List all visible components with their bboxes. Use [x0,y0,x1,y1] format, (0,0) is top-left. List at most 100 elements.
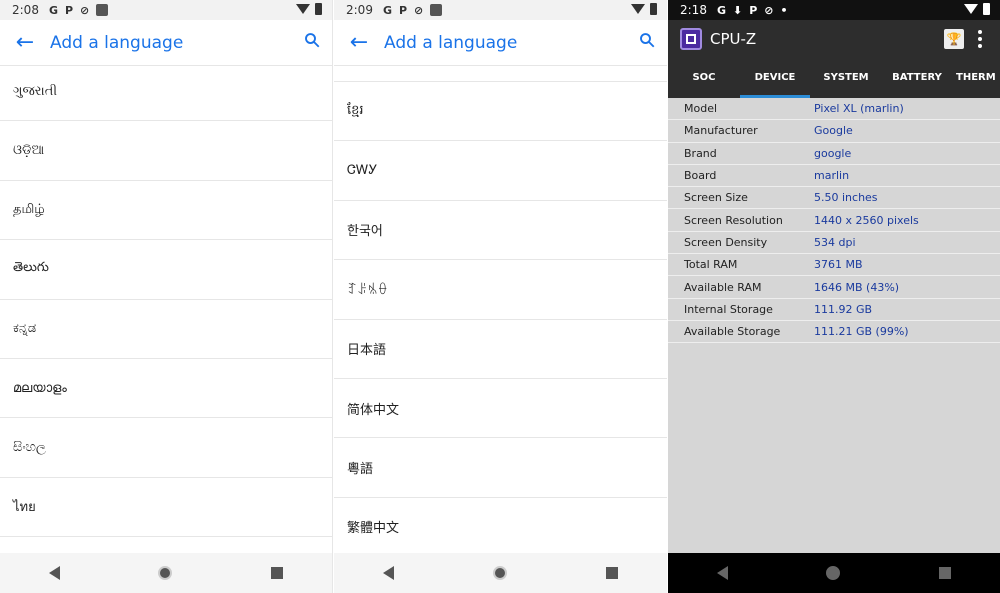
row-label: Screen Density [684,235,768,249]
row-value: 534 dpi [814,235,856,249]
table-row: Available Storage 111.21 GB (99%) [668,320,1000,344]
row-label: Screen Size [684,191,748,205]
parking-icon: P [398,3,408,17]
language-item[interactable]: 한국어 [334,201,667,261]
app-bar: ← Add a language [334,20,667,66]
status-time: 2:09 [346,3,373,17]
row-value: 111.21 GB (99%) [814,325,909,339]
download-icon: ⬇ [732,3,743,17]
search-icon[interactable] [627,31,667,54]
row-value: google [814,146,852,160]
settings-language-screen-2: 2:09 G P ⊘ ← Add a language ខ្មែរ ᏣᎳᎩ 한국… [334,0,667,593]
status-time: 2:18 [680,3,707,17]
table-row: Board marlin [668,164,1000,188]
tab-system[interactable]: SYSTEM [810,58,882,98]
row-label: Model [684,102,718,116]
row-value: 1440 x 2560 pixels [814,213,919,227]
datasaver-icon: ⊘ [414,3,424,17]
row-value: 111.92 GB [814,302,873,316]
table-row: Screen Density 534 dpi [668,231,1000,255]
table-row: Available RAM 1646 MB (43%) [668,276,1000,299]
notification-icon [430,4,443,16]
navigation-bar [0,553,332,593]
language-item[interactable]: ଓଡ଼ିଆ [0,121,332,181]
table-row: Total RAM 3761 MB [668,254,1000,277]
page-title: Add a language [384,32,518,53]
language-item[interactable]: ꆈꌠꁱꂷ [334,260,667,320]
table-row: Screen Resolution 1440 x 2560 pixels [668,209,1000,232]
overflow-menu-icon[interactable] [978,30,982,48]
wifi-icon [296,4,310,14]
language-item[interactable]: ಕನ್ನಡ [0,300,332,359]
google-icon: G [382,3,392,17]
wifi-icon [964,4,978,14]
back-arrow-icon[interactable]: ← [0,30,50,55]
search-icon[interactable] [292,31,332,54]
navigation-bar [668,553,1000,593]
notification-icon [96,4,109,16]
status-time: 2:08 [12,3,39,17]
battery-icon [983,3,990,15]
language-item[interactable]: ᏣᎳᎩ [334,141,667,201]
language-item[interactable]: മലയാളം [0,359,332,419]
language-item[interactable]: తెలుగు [0,240,332,300]
nav-home-button[interactable] [492,566,507,580]
tab-thermal[interactable]: THERM [952,58,1000,98]
nav-recents-button[interactable] [938,567,951,579]
row-value: Google [814,124,853,138]
page-title: Add a language [50,32,184,53]
table-row: Brand google [668,142,1000,165]
device-info-table: Model Pixel XL (marlin) Manufacturer Googl… [668,98,1000,344]
tab-device[interactable]: DEVICE [740,58,810,98]
language-item[interactable]: தமிழ் [0,181,332,241]
status-bar: 2:08 G P ⊘ [0,0,332,20]
datasaver-icon: ⊘ [80,3,90,17]
row-label: Brand [684,146,717,160]
language-item[interactable]: සිංහල [0,418,332,478]
row-value: marlin [814,169,850,183]
nav-home-button[interactable] [826,566,841,580]
status-bar: 2:09 G P ⊘ [334,0,667,20]
parking-icon: P [64,3,74,17]
row-label: Available RAM [684,280,762,294]
google-icon: G [716,3,726,17]
battery-icon [315,3,322,15]
language-item[interactable]: ગુજરાતી [0,62,332,122]
table-row: Manufacturer Google [668,120,1000,143]
battery-icon [650,3,657,15]
row-value: 1646 MB (43%) [814,280,900,294]
tab-bar: SOC DEVICE SYSTEM BATTERY THERM [668,58,1000,98]
navigation-bar [334,553,667,593]
language-item[interactable]: 日本語 [334,320,667,379]
row-label: Total RAM [684,258,738,272]
nav-home-button[interactable] [158,566,173,580]
row-value: 3761 MB [814,258,863,272]
table-row: Screen Size 5.50 inches [668,187,1000,210]
parking-icon: P [749,3,758,17]
row-value: Pixel XL (marlin) [814,102,904,116]
language-item[interactable]: ไทย [0,478,332,538]
app-bar: ← Add a language [0,20,332,66]
google-icon: G [48,3,58,17]
language-item[interactable]: ខ្មែរ [334,82,667,142]
nav-back-button[interactable] [383,566,395,580]
cpuz-device-screen: 2:18 G ⬇ P ⊘ • CPU-Z 🏆 SOC DEVICE SYSTEM… [668,0,1000,593]
language-item[interactable]: 简体中文 [334,379,667,439]
app-bar: CPU-Z 🏆 [668,20,1000,58]
language-item[interactable]: 粵語 [334,438,667,498]
trophy-icon[interactable]: 🏆 [944,29,964,49]
language-item[interactable]: 繁體中文 [334,498,667,558]
language-list: ខ្មែរ ᏣᎳᎩ 한국어 ꆈꌠꁱꂷ 日本語 简体中文 粵語 繁體中文 [334,81,667,558]
nav-back-button[interactable] [717,566,729,580]
nav-recents-button[interactable] [605,567,618,579]
tab-battery[interactable]: BATTERY [882,58,952,98]
back-arrow-icon[interactable]: ← [334,30,384,55]
table-row: Model Pixel XL (marlin) [668,98,1000,121]
nav-recents-button[interactable] [270,567,283,579]
status-bar: 2:18 G ⬇ P ⊘ • [668,0,1000,20]
row-label: Available Storage [684,325,781,339]
tab-soc[interactable]: SOC [668,58,740,98]
row-label: Screen Resolution [684,213,783,227]
nav-back-button[interactable] [49,566,61,580]
wifi-icon [631,4,645,14]
